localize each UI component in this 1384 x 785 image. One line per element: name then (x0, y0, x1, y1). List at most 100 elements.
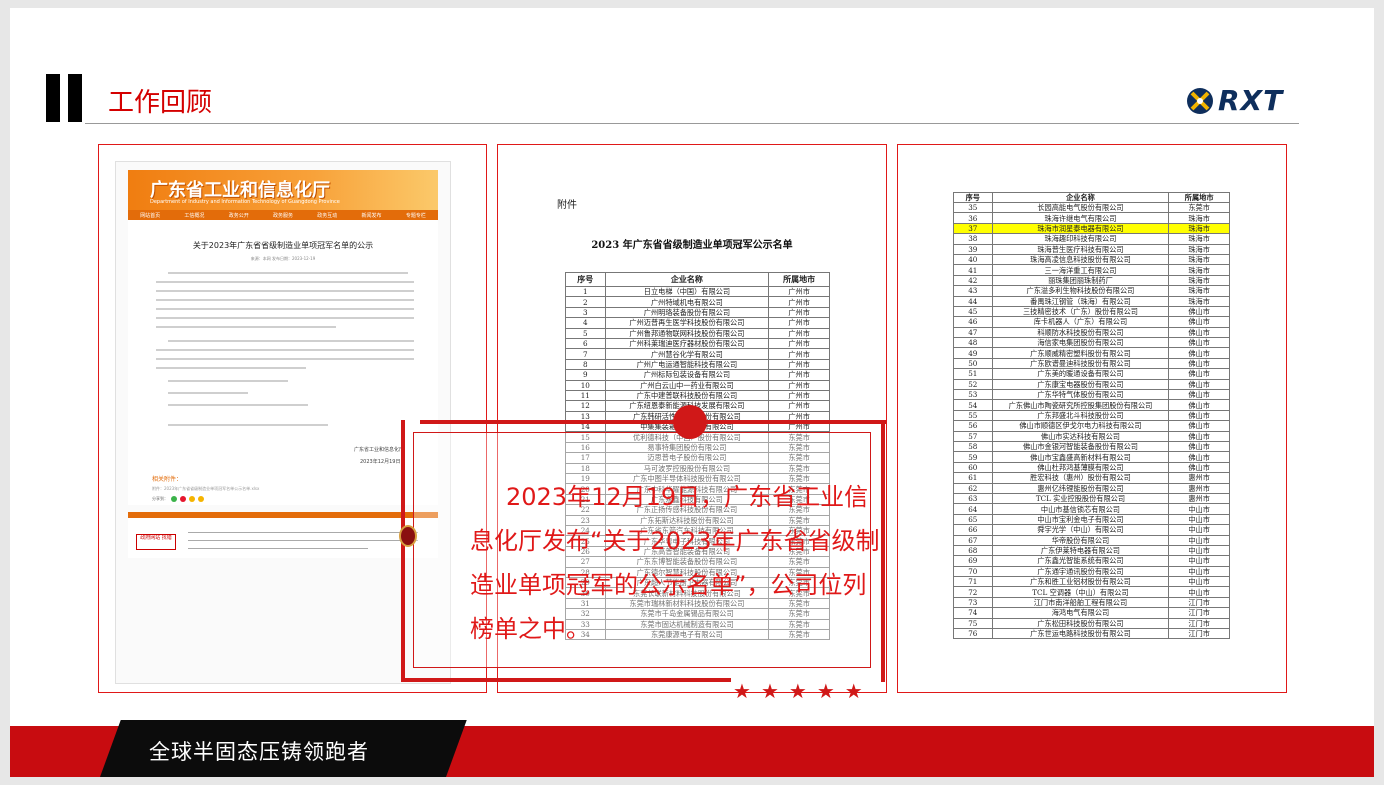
footer-logo[interactable]: 政府网站 找错 (136, 534, 176, 550)
nav-item[interactable]: 政务互动 (317, 212, 337, 219)
table-row: 7 广州慧谷化学有限公司 广州市 (565, 348, 830, 360)
overlay-bottom-strip (401, 678, 731, 682)
text-line (156, 326, 336, 328)
table-row: 48 海信家电集团股份有限公司 佛山市 (953, 337, 1230, 349)
company-name: 广州特域机电有限公司 (604, 296, 770, 308)
row-number: 40 (953, 253, 993, 266)
company-name: 佛山市金银河智能装备股份有限公司 (991, 440, 1170, 453)
footer-line (188, 540, 418, 541)
table-row: 40 珠海高凌信息科技股份有限公司 珠海市 (953, 253, 1230, 266)
row-number: 64 (953, 503, 993, 515)
wechat-icon[interactable] (171, 496, 177, 502)
city: 佛山市 (1168, 305, 1230, 318)
row-number: 57 (953, 430, 993, 443)
table-row: 44 番禺珠江钢管（珠海）有限公司 珠海市 (953, 295, 1230, 307)
row-number: 61 (953, 472, 993, 484)
nav-item[interactable]: 专题专栏 (406, 212, 426, 219)
company-name: 广州广电运通智能科技有限公司 (604, 358, 770, 371)
city: 佛山市 (1168, 357, 1230, 370)
champion-list-table-2: 序号 企业名称 所属地市 35 长园高能电气股份有限公司 东莞市 36 珠海许继电气有限… (953, 192, 1230, 640)
column-header: 所属地市 (1168, 192, 1230, 203)
column-header: 企业名称 (991, 192, 1170, 203)
text-line (156, 367, 306, 369)
city: 中山市 (1168, 534, 1230, 546)
company-name: 海信家电集团股份有限公司 (991, 337, 1170, 349)
row-number: 7 (565, 348, 606, 360)
text-line (156, 349, 414, 351)
overlay-center-dot (673, 405, 707, 439)
table-row: 37 珠海市润星泰电器有限公司 珠海市 (953, 222, 1230, 235)
row-number: 60 (953, 461, 993, 474)
site-nav: 网站首页 工信概况 政务公开 政务服务 政务互动 新闻发布 专题专栏 (128, 210, 438, 220)
row-number: 66 (953, 524, 993, 536)
city: 惠州市 (1168, 472, 1230, 484)
star-icon: ★ (733, 679, 751, 703)
company-name: 广东欧谱曼迪科技股份有限公司 (991, 357, 1170, 370)
attachment-label: 相关附件： (152, 476, 183, 483)
text-line (168, 392, 248, 394)
row-number: 75 (953, 617, 993, 630)
row-number: 46 (953, 316, 993, 328)
table-row: 41 三一海洋重工有限公司 珠海市 (953, 264, 1230, 276)
company-name: 广东通宇通讯股份有限公司 (991, 565, 1170, 578)
text-line (156, 290, 414, 292)
table-row: 54 广东佛山市陶瓷研究所控股集团股份有限公司 佛山市 (953, 399, 1230, 411)
row-number: 6 (565, 337, 606, 350)
table-row: 43 广东溢多利生物科技股份有限公司 珠海市 (953, 285, 1230, 297)
qzone-icon[interactable] (189, 496, 195, 502)
row-number: 1 (565, 285, 606, 298)
city: 中山市 (1168, 524, 1230, 536)
row-number: 5 (565, 327, 606, 339)
article-meta: 来源：本网 发布日期：2023-12-19 (250, 256, 316, 261)
row-number: 36 (953, 212, 993, 224)
table-row: 6 广州科莱瑞迪医疗器材股份有限公司 广州市 (565, 337, 830, 350)
table-row: 2 广州特域机电有限公司 广州市 (565, 296, 830, 308)
city: 珠海市 (1168, 233, 1230, 245)
company-name: 珠海市润星泰电器有限公司 (991, 222, 1170, 235)
nav-item[interactable]: 新闻发布 (362, 212, 382, 219)
row-number: 12 (565, 400, 606, 412)
table-row: 9 广州标际包装设备有限公司 广州市 (565, 369, 830, 381)
nav-item[interactable]: 工信概况 (184, 212, 204, 219)
table-row: 56 佛山市顺德区伊戈尔电力科技有限公司 佛山市 (953, 420, 1230, 432)
nav-item[interactable]: 网站首页 (140, 212, 160, 219)
company-name: TCL 实业控股股份有限公司 (991, 492, 1170, 505)
table-row: 66 舜宇光学（中山）有限公司 中山市 (953, 524, 1230, 536)
company-name: 舜宇光学（中山）有限公司 (991, 524, 1170, 536)
table-row: 5 广州鲁邦通物联网科技股份有限公司 广州市 (565, 327, 830, 339)
row-number: 55 (953, 409, 993, 422)
share-more-icon[interactable] (198, 496, 204, 502)
table-row: 8 广州广电运通智能科技有限公司 广州市 (565, 358, 830, 371)
nav-item[interactable]: 政务服务 (273, 212, 293, 219)
company-name: 珠海高凌信息科技股份有限公司 (991, 253, 1170, 266)
row-number: 74 (953, 607, 993, 619)
weibo-icon[interactable] (180, 496, 186, 502)
city: 珠海市 (1168, 253, 1230, 266)
column-header: 序号 (565, 272, 606, 287)
city: 佛山市 (1168, 368, 1230, 380)
table-row: 36 珠海许继电气有限公司 珠海市 (953, 212, 1230, 224)
nav-item[interactable]: 政务公开 (229, 212, 249, 219)
city: 珠海市 (1168, 295, 1230, 307)
row-number: 43 (953, 285, 993, 297)
star-icon: ★ (844, 679, 863, 703)
attachment-link[interactable]: 附件：2023年广东省省级制造业单项冠军名单公示名单.xlsx (152, 486, 259, 492)
table-row: 45 三技精密技术（广东）股份有限公司 佛山市 (953, 305, 1230, 318)
table-row: 59 佛山市宝鑫盛高新材料有限公司 佛山市 (953, 451, 1230, 463)
city: 珠海市 (1168, 212, 1230, 224)
company-name: 中山市基信锁芯有限公司 (991, 503, 1170, 515)
text-line (168, 380, 288, 382)
row-number: 69 (953, 555, 993, 567)
city: 中山市 (1168, 576, 1230, 588)
city: 佛山市 (1168, 389, 1230, 401)
company-name: 广州明珞装备股份有限公司 (604, 306, 770, 319)
text-line (156, 317, 414, 319)
overlay-statement: 2023年12月19日，广东省工业信息化厅发布“关于2023年广东省省级制造业单… (470, 483, 880, 643)
company-name: 广东和胜工业铝材股份有限公司 (991, 576, 1170, 588)
city: 广州市 (768, 327, 830, 339)
text-line (156, 281, 414, 283)
table-row: 42 丽珠集团丽珠制药厂 珠海市 (953, 274, 1230, 287)
company-name: 广州迈普再生医学科技股份有限公司 (604, 317, 770, 329)
text-line (168, 340, 414, 342)
table-row: 38 珠海趣印科技有限公司 珠海市 (953, 233, 1230, 245)
